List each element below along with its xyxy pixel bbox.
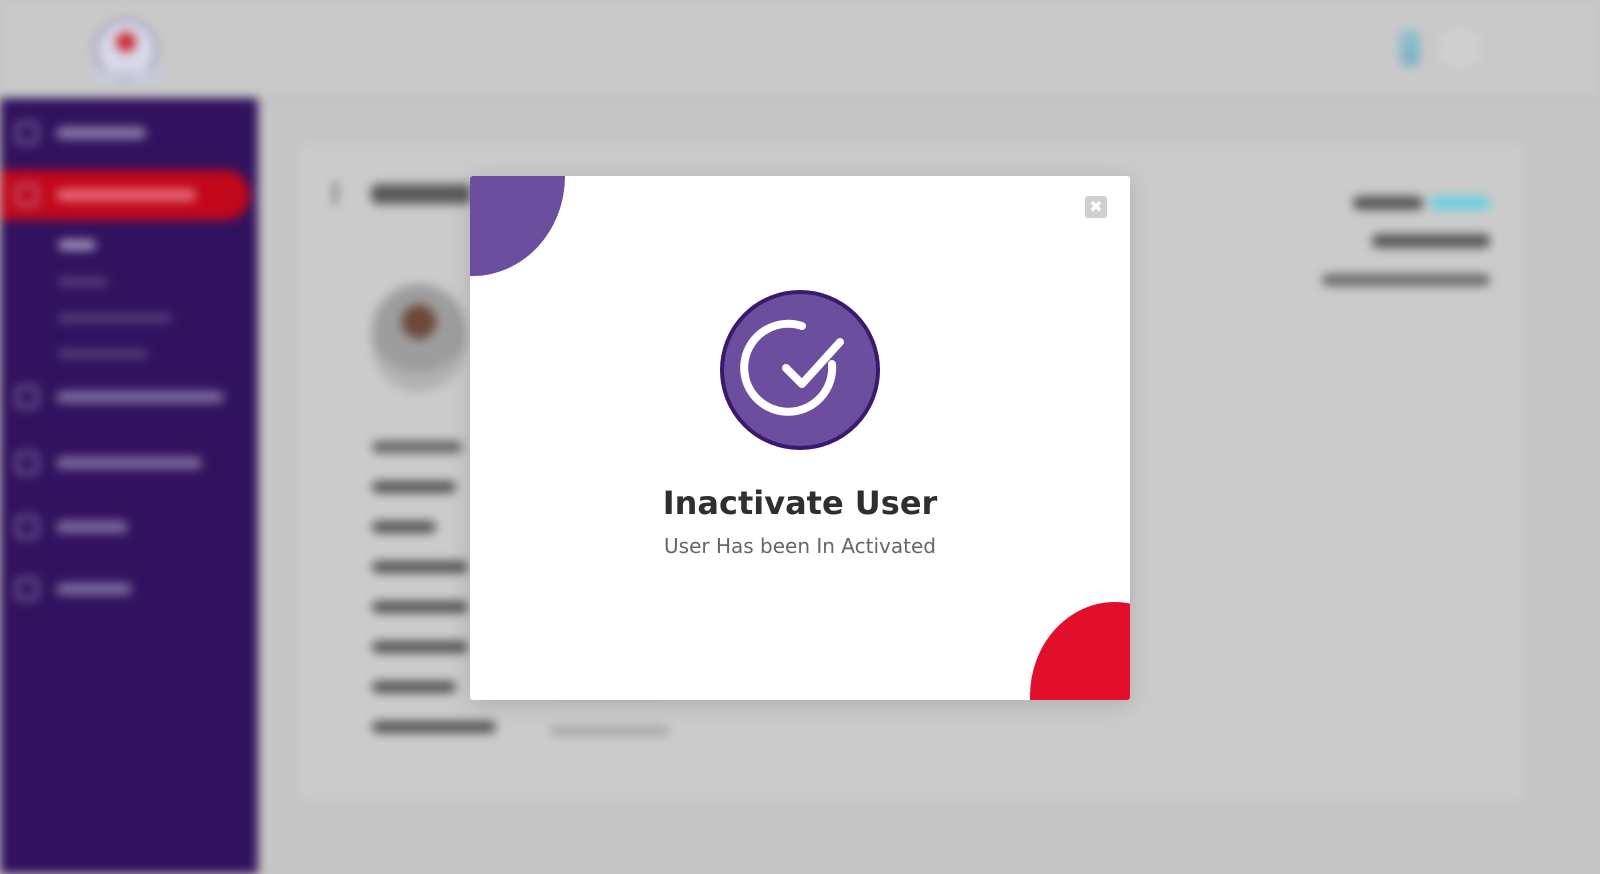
- modal-corner-red-decoration: [1030, 602, 1130, 700]
- sidebar-subitem-2[interactable]: [58, 274, 108, 290]
- field-label-3-placeholder: [372, 521, 436, 533]
- app-logo: [94, 18, 164, 82]
- modal-message: User Has been In Activated: [664, 534, 936, 558]
- field-label-6: [372, 638, 468, 658]
- modal-corner-purple-decoration: [470, 176, 565, 276]
- field-label-4-placeholder: [372, 561, 468, 573]
- page-title-text-placeholder: [371, 184, 471, 204]
- sidebar-item-3[interactable]: [16, 386, 224, 408]
- sidebar-item-1[interactable]: [16, 122, 146, 144]
- sidebar-item-5-placeholder: [56, 521, 128, 533]
- status-line-3-placeholder: [1322, 274, 1490, 286]
- notification-icon[interactable]: [1400, 30, 1420, 66]
- status-label-placeholder: [1353, 196, 1424, 210]
- app-root: ✖ Inactivate User User Has been In Activ…: [0, 0, 1600, 874]
- field-label-5: [372, 598, 468, 618]
- profile-photo: [372, 284, 466, 392]
- status-line-1: [1322, 184, 1490, 222]
- sidebar-item-5[interactable]: [16, 516, 128, 538]
- field-label-5-placeholder: [372, 601, 468, 613]
- sidebar-item-6-placeholder: [56, 583, 132, 595]
- top-header: [0, 0, 1600, 98]
- sidebar-item-2[interactable]: [16, 184, 196, 206]
- sidebar-item-6[interactable]: [16, 578, 132, 600]
- field-label-6-placeholder: [372, 641, 468, 653]
- check-circle-icon: [720, 290, 880, 450]
- dashboard-icon: [16, 122, 38, 144]
- sidebar-subitem-4[interactable]: [58, 346, 148, 362]
- field-value-8-placeholder: [550, 726, 670, 736]
- header-user-area: [1400, 22, 1500, 74]
- status-line-2-placeholder: [1372, 234, 1490, 248]
- sidebar: [0, 98, 258, 874]
- field-label-7-placeholder: [372, 681, 456, 693]
- sidebar-subitem-2-placeholder: [58, 278, 108, 286]
- header-avatar[interactable]: [1434, 22, 1486, 74]
- status-line-3: [1322, 260, 1490, 298]
- sidebar-subitem-4-placeholder: [58, 350, 148, 358]
- sidebar-item-3-placeholder: [56, 391, 224, 403]
- field-label-3: [372, 518, 436, 538]
- settings-icon: [16, 516, 38, 538]
- close-icon: ✖: [1089, 197, 1103, 216]
- status-line-2: [1322, 222, 1490, 260]
- sidebar-subitem-1-placeholder: [58, 240, 96, 250]
- field-label-1: [372, 438, 462, 458]
- field-value-8: [550, 722, 670, 740]
- field-label-2-placeholder: [372, 481, 456, 493]
- back-arrow-icon[interactable]: [334, 182, 351, 204]
- inactivate-user-modal: ✖ Inactivate User User Has been In Activ…: [470, 176, 1130, 700]
- sidebar-subitem-3-placeholder: [58, 314, 172, 322]
- field-label-8-placeholder: [372, 721, 496, 733]
- orders-icon: [16, 452, 38, 474]
- sidebar-item-4[interactable]: [16, 452, 202, 474]
- field-label-4: [372, 558, 468, 578]
- status-block: [1322, 184, 1490, 298]
- field-label-2: [372, 478, 456, 498]
- sidebar-item-4-placeholder: [56, 457, 202, 469]
- feedback-icon: [16, 578, 38, 600]
- products-icon: [16, 386, 38, 408]
- sidebar-item-2-placeholder: [56, 189, 196, 201]
- sidebar-item-1-placeholder: [56, 127, 146, 139]
- field-label-1-placeholder: [372, 441, 462, 453]
- sidebar-subitem-1[interactable]: [58, 238, 96, 254]
- sidebar-subitem-3[interactable]: [58, 310, 172, 326]
- modal-close-button[interactable]: ✖: [1085, 196, 1107, 218]
- page-title-placeholder: [334, 178, 471, 211]
- status-value-placeholder: [1430, 196, 1490, 210]
- field-label-8: [372, 718, 496, 738]
- modal-title: Inactivate User: [662, 484, 938, 522]
- field-label-7: [372, 678, 456, 698]
- users-icon: [16, 184, 38, 206]
